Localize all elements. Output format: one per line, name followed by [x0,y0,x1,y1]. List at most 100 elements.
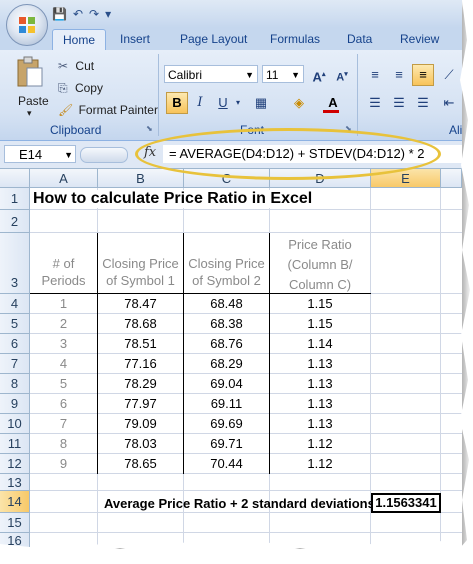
table-cell[interactable]: 68.48 [184,296,269,312]
align-center-icon[interactable]: ☰ [388,92,410,114]
header-periods[interactable]: # of Periods [30,255,97,289]
office-button[interactable] [6,4,48,46]
table-cell[interactable]: 1.13 [270,416,370,432]
tab-insert[interactable]: Insert [120,32,150,46]
column-header-f[interactable] [441,169,462,188]
table-cell[interactable]: 77.16 [98,356,183,372]
sheet-title[interactable]: How to calculate Price Ratio in Excel [33,190,317,208]
header-closing-price-2[interactable]: Closing Price of Symbol 2 [184,255,269,289]
row-header-16[interactable]: 16 [0,533,30,548]
table-cell[interactable]: 78.29 [98,376,183,392]
column-header-d[interactable]: D [270,169,371,188]
table-cell[interactable]: 1 [30,296,97,312]
summary-value-cell[interactable]: 1.1563341 [371,493,441,513]
table-cell[interactable]: 70.44 [184,456,269,472]
redo-icon[interactable]: ↷ [89,6,99,22]
row-header-14[interactable]: 14 [0,491,30,513]
row-header-10[interactable]: 10 [0,414,30,434]
align-left-icon[interactable]: ☰ [364,92,386,114]
align-middle-icon[interactable]: ≡ [388,64,410,86]
table-cell[interactable]: 69.69 [184,416,269,432]
formula-bar-resize-handle[interactable] [80,147,128,163]
paste-dropdown-icon[interactable]: ▾ [27,108,32,119]
table-cell[interactable]: 1.12 [270,436,370,452]
name-box[interactable]: E14 ▼ [4,145,76,163]
table-cell[interactable]: 2 [30,316,97,332]
table-cell[interactable]: 4 [30,356,97,372]
table-cell[interactable]: 78.51 [98,336,183,352]
table-cell[interactable]: 1.14 [270,336,370,352]
tab-review[interactable]: Review [400,32,439,46]
customize-qat-icon[interactable]: ▾ [105,6,111,22]
table-cell[interactable]: 68.76 [184,336,269,352]
fill-color-icon[interactable]: ◈ [288,92,310,114]
tab-formulas[interactable]: Formulas [270,32,320,46]
underline-button[interactable]: U [212,92,234,114]
chevron-down-icon[interactable]: ▾ [232,92,244,114]
font-name-select[interactable]: Calibri ▼ [164,65,258,83]
column-header-c[interactable]: C [184,169,270,188]
row-header-2[interactable]: 2 [0,210,30,233]
column-header-a[interactable]: A [30,169,98,188]
borders-icon[interactable]: ▦ [250,92,272,114]
row-header-15[interactable]: 15 [0,513,30,533]
table-cell[interactable]: 78.65 [98,456,183,472]
format-painter-button[interactable]: 🖌 Format Painter [58,103,158,117]
row-header-11[interactable]: 11 [0,434,30,454]
table-cell[interactable]: 5 [30,376,97,392]
table-cell[interactable]: 8 [30,436,97,452]
table-cell[interactable]: 1.15 [270,296,370,312]
table-cell[interactable]: 69.04 [184,376,269,392]
table-cell[interactable]: 78.03 [98,436,183,452]
shrink-font-icon[interactable]: A▾ [331,64,353,86]
italic-button[interactable]: I [189,92,211,114]
table-cell[interactable]: 1.15 [270,316,370,332]
row-header-4[interactable]: 4 [0,294,30,314]
orientation-icon[interactable]: ⟋ [438,64,460,86]
table-cell[interactable]: 1.12 [270,456,370,472]
decrease-indent-icon[interactable]: ⇤ [438,92,460,114]
grow-font-icon[interactable]: A▴ [308,64,330,86]
summary-label[interactable]: Average Price Ratio + 2 standard deviati… [104,496,375,511]
table-cell[interactable]: 79.09 [98,416,183,432]
header-price-ratio[interactable]: Price Ratio (Column B/ Column C) [270,235,370,295]
header-closing-price-1[interactable]: Closing Price of Symbol 1 [98,255,183,289]
paste-button[interactable]: Paste ▾ [12,56,49,119]
table-cell[interactable]: 1.13 [270,396,370,412]
table-cell[interactable]: 78.68 [98,316,183,332]
row-header-12[interactable]: 12 [0,454,30,474]
copy-button[interactable]: ⎘ Copy [58,81,103,96]
table-cell[interactable]: 7 [30,416,97,432]
table-cell[interactable]: 3 [30,336,97,352]
font-size-select[interactable]: 11 ▼ [262,65,304,83]
table-cell[interactable]: 68.38 [184,316,269,332]
row-header-8[interactable]: 8 [0,374,30,394]
table-cell[interactable]: 6 [30,396,97,412]
undo-icon[interactable]: ↶ [73,6,83,22]
save-icon[interactable]: 💾 [52,6,67,22]
table-cell[interactable]: 78.47 [98,296,183,312]
column-header-b[interactable]: B [98,169,184,188]
row-header-3[interactable]: 3 [0,233,30,294]
table-cell[interactable]: 69.71 [184,436,269,452]
table-cell[interactable]: 1.13 [270,356,370,372]
row-header-7[interactable]: 7 [0,354,30,374]
align-bottom-icon[interactable]: ≡ [412,64,434,86]
tab-home[interactable]: Home [52,29,107,51]
row-header-13[interactable]: 13 [0,474,30,491]
font-launcher-icon[interactable]: ⬊ [345,124,352,133]
table-cell[interactable]: 1.13 [270,376,370,392]
row-header-6[interactable]: 6 [0,334,30,354]
align-right-icon[interactable]: ☰ [412,92,434,114]
insert-function-icon[interactable]: fx [144,145,156,160]
table-cell[interactable]: 77.97 [98,396,183,412]
row-header-1[interactable]: 1 [0,188,30,210]
tab-page-layout[interactable]: Page Layout [180,32,247,46]
table-cell[interactable]: 9 [30,456,97,472]
formula-input[interactable]: = AVERAGE(D4:D12) + STDEV(D4:D12) * 2 [163,145,462,163]
cut-button[interactable]: ✂ Cut [58,59,94,73]
column-header-e[interactable]: E [371,169,441,188]
row-header-9[interactable]: 9 [0,394,30,414]
align-top-icon[interactable]: ≡ [364,64,386,86]
table-cell[interactable]: 68.29 [184,356,269,372]
